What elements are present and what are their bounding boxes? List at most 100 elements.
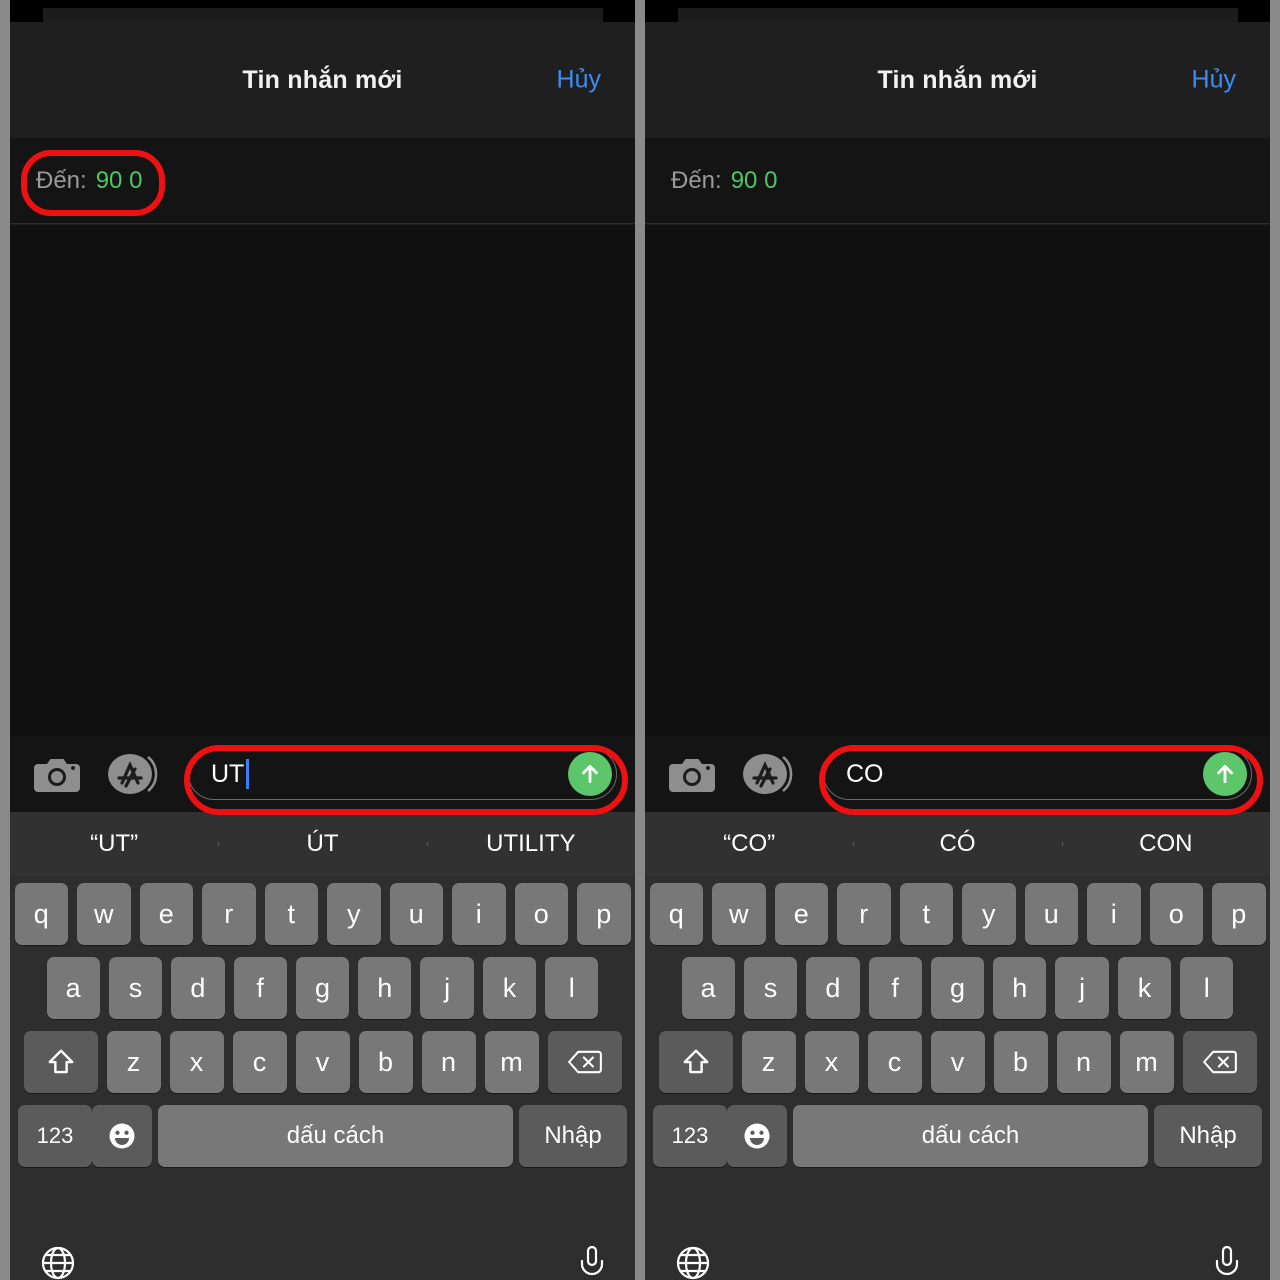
message-composer-left: UT [10,736,635,812]
suggestion-item[interactable]: UTILITY [426,830,635,858]
key-x[interactable]: x [804,1031,859,1093]
key-q[interactable]: q [14,883,68,945]
key-c[interactable]: c [232,1031,287,1093]
key-o[interactable]: o [514,883,568,945]
space-key[interactable]: dấu cách [793,1105,1148,1167]
camera-icon[interactable] [34,754,80,794]
on-screen-keyboard-right: q w e r t y u i o p a s d f g h j k l z … [645,876,1270,1280]
key-u[interactable]: u [1024,883,1078,945]
globe-language-icon[interactable] [673,1246,713,1280]
recipient-row[interactable]: Đến: 90 0 [10,138,635,224]
key-f[interactable]: f [233,957,287,1019]
key-f[interactable]: f [868,957,922,1019]
key-s[interactable]: s [108,957,163,1019]
key-a[interactable]: a [46,957,100,1019]
screenshot-stage: Tin nhắn mới Hủy Đến: 90 0 UT “UT” ÚT UT… [0,0,1280,1280]
key-b[interactable]: b [993,1031,1048,1093]
key-m[interactable]: m [484,1031,539,1093]
numbers-key[interactable]: 123 [18,1105,92,1167]
key-g[interactable]: g [930,957,985,1019]
panel-divider [635,0,645,1280]
key-w[interactable]: w [77,883,131,945]
key-a[interactable]: a [681,957,735,1019]
key-u[interactable]: u [389,883,443,945]
key-o[interactable]: o [1149,883,1203,945]
key-b[interactable]: b [358,1031,413,1093]
enter-key[interactable]: Nhập [1154,1105,1262,1167]
key-r[interactable]: r [202,883,256,945]
key-k[interactable]: k [482,957,537,1019]
app-store-icon[interactable] [743,753,793,795]
key-w[interactable]: w [712,883,766,945]
suggestion-item[interactable]: “CO” [645,830,853,858]
suggestion-item[interactable]: CON [1061,830,1270,858]
app-store-icon[interactable] [108,753,158,795]
space-key[interactable]: dấu cách [158,1105,513,1167]
key-m[interactable]: m [1119,1031,1174,1093]
key-l[interactable]: l [545,957,599,1019]
phone-screen-right: Tin nhắn mới Hủy Đến: 90 0 CO “CO” CÓ CO… [645,0,1270,1280]
emoji-smiley-icon[interactable] [92,1105,152,1167]
key-j[interactable]: j [420,957,474,1019]
suggestion-item[interactable]: “UT” [10,830,218,858]
message-input-field[interactable]: CO [823,748,1252,800]
camera-icon[interactable] [669,754,715,794]
message-input-field[interactable]: UT [188,748,617,800]
suggestion-item[interactable]: CÓ [853,830,1061,858]
key-d[interactable]: d [171,957,225,1019]
emoji-smiley-icon[interactable] [727,1105,787,1167]
send-button[interactable] [1203,752,1247,796]
key-d[interactable]: d [806,957,860,1019]
key-q[interactable]: q [649,883,703,945]
key-r[interactable]: r [837,883,891,945]
backspace-delete-icon[interactable] [547,1031,622,1093]
key-t[interactable]: t [264,883,318,945]
message-input-text: UT [211,759,245,788]
shift-up-arrow-icon[interactable] [23,1031,98,1093]
key-k[interactable]: k [1117,957,1172,1019]
recipient-value: 90 0 [730,166,778,194]
key-z[interactable]: z [106,1031,161,1093]
key-y[interactable]: y [962,883,1016,945]
numbers-key[interactable]: 123 [653,1105,727,1167]
enter-key[interactable]: Nhập [519,1105,627,1167]
key-j[interactable]: j [1055,957,1109,1019]
key-e[interactable]: e [139,883,193,945]
key-h[interactable]: h [358,957,412,1019]
microphone-icon[interactable] [575,1246,609,1280]
key-s[interactable]: s [743,957,798,1019]
send-button[interactable] [568,752,612,796]
key-v[interactable]: v [295,1031,350,1093]
phone-screen-left: Tin nhắn mới Hủy Đến: 90 0 UT “UT” ÚT UT… [10,0,635,1280]
keyboard-row-3: z x c v b n m [10,1031,635,1093]
key-x[interactable]: x [169,1031,224,1093]
key-i[interactable]: i [1087,883,1141,945]
globe-language-icon[interactable] [38,1246,78,1280]
key-n[interactable]: n [421,1031,476,1093]
key-n[interactable]: n [1056,1031,1111,1093]
key-l[interactable]: l [1180,957,1234,1019]
backspace-delete-icon[interactable] [1182,1031,1257,1093]
key-c[interactable]: c [867,1031,922,1093]
key-g[interactable]: g [295,957,350,1019]
key-h[interactable]: h [993,957,1047,1019]
suggestion-item[interactable]: ÚT [218,830,426,858]
recipient-label: Đến: [671,166,722,194]
keyboard-row-2: a s d f g h j k l [10,957,635,1019]
keyboard-row-1: q w e r t y u i o p [645,883,1270,945]
recipient-row[interactable]: Đến: 90 0 [645,138,1270,224]
key-p[interactable]: p [1212,883,1266,945]
key-v[interactable]: v [930,1031,985,1093]
cancel-button[interactable]: Hủy [557,66,601,95]
key-i[interactable]: i [452,883,506,945]
cancel-button[interactable]: Hủy [1192,66,1236,95]
key-y[interactable]: y [327,883,381,945]
autocomplete-suggestion-bar-left: “UT” ÚT UTILITY [10,812,635,876]
key-t[interactable]: t [899,883,953,945]
microphone-icon[interactable] [1210,1246,1244,1280]
key-e[interactable]: e [774,883,828,945]
shift-up-arrow-icon[interactable] [658,1031,733,1093]
message-composer-right: CO [645,736,1270,812]
key-z[interactable]: z [741,1031,796,1093]
key-p[interactable]: p [577,883,631,945]
